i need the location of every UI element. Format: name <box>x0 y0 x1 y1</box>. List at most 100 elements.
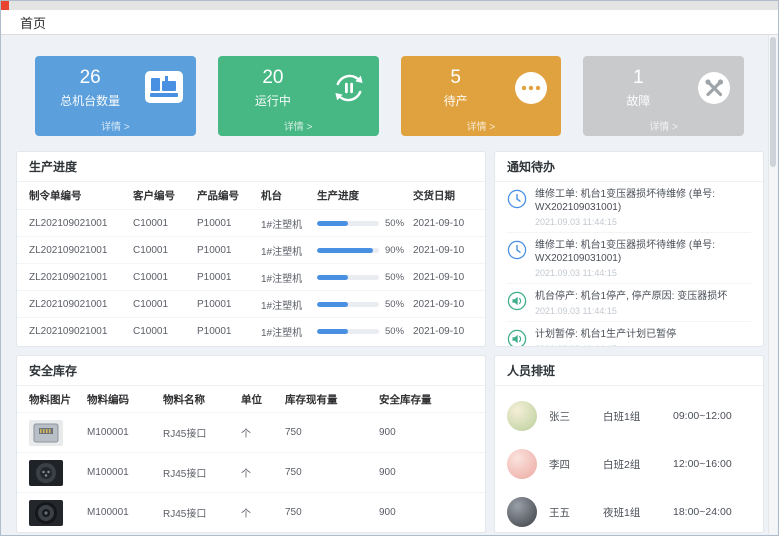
stat-label: 故障 <box>597 92 679 109</box>
stat-cards: 26 总机台数量 详情 > 20 运行中 <box>35 56 744 136</box>
product-no: P10001 <box>197 326 261 337</box>
table-row: ZL202109021001 C10001 P10001 1#注塑机 50% 2… <box>17 290 485 317</box>
scrollbar-thumb[interactable] <box>770 37 776 167</box>
detail-link[interactable]: 详情 > <box>401 118 562 133</box>
material-unit: 个 <box>241 425 285 440</box>
stock-onhand: 750 <box>285 467 379 478</box>
col-header: 物料名称 <box>163 392 241 407</box>
material-photo-speaker <box>29 500 63 526</box>
customer-no: C10001 <box>133 272 197 283</box>
scrollbar-track[interactable] <box>768 35 777 534</box>
progress-percent: 50% <box>385 272 404 283</box>
clock-icon <box>507 239 527 278</box>
staff-shift: 白班1组 <box>603 409 673 424</box>
machine-name: 1#注塑机 <box>261 216 317 231</box>
table-row: M100001 RJ45接口 个 750 900 <box>17 492 485 532</box>
col-header: 单位 <box>241 392 285 407</box>
avatar <box>507 401 537 431</box>
detail-link[interactable]: 详情 > <box>583 118 744 133</box>
notice-time: 2021.09.03 11:44:15 <box>535 268 751 278</box>
material-code: M100001 <box>87 467 163 478</box>
stat-text: 20 运行中 <box>232 67 314 109</box>
stat-label: 总机台数量 <box>49 92 131 109</box>
col-header: 物料编码 <box>87 392 163 407</box>
notice-body: 机台停产: 机台1停产, 停产原因: 变压器损坏 2021.09.03 11:4… <box>535 290 727 316</box>
product-no: P10001 <box>197 272 261 283</box>
delivery-date: 2021-09-10 <box>413 272 475 283</box>
product-no: P10001 <box>197 299 261 310</box>
staff-time: 18:00~24:00 <box>673 506 751 518</box>
material-name: RJ45接口 <box>163 505 241 520</box>
order-no: ZL202109021001 <box>29 218 133 229</box>
product-no: P10001 <box>197 245 261 256</box>
progress-bar-track <box>317 329 379 334</box>
panel-title: 安全库存 <box>17 356 485 386</box>
stat-label: 运行中 <box>232 92 314 109</box>
stat-card-pending[interactable]: 5 待产 详情 > <box>401 56 562 136</box>
stat-value: 1 <box>597 67 679 89</box>
notice-body: 维修工单: 机台1变压器损坏待维修 (单号: WX202109031001) 2… <box>535 188 751 227</box>
staff-time: 12:00~16:00 <box>673 458 751 470</box>
stat-card-fault[interactable]: 1 故障 详情 > <box>583 56 744 136</box>
notice-text: 机台停产: 机台1停产, 停产原因: 变压器损坏 <box>535 290 727 303</box>
clock-icon <box>507 188 527 227</box>
dashboard-page: { "page": { "tab": "首页" }, "cards": [ { … <box>0 0 779 536</box>
stat-card-running[interactable]: 20 运行中 详情 > <box>218 56 379 136</box>
machine-name: 1#注塑机 <box>261 324 317 339</box>
order-no: ZL202109021001 <box>29 326 133 337</box>
order-no: ZL202109021001 <box>29 245 133 256</box>
panel-row-top: 生产进度 制令单编号 客户编号 产品编号 机台 生产进度 交货日期 ZL2021… <box>16 151 764 347</box>
notice-list: 维修工单: 机台1变压器损坏待维修 (单号: WX202109031001) 2… <box>495 182 763 347</box>
stat-text: 26 总机台数量 <box>49 67 131 109</box>
stock-safety: 900 <box>379 507 475 518</box>
table-row: ZL202109021001 C10001 P10001 1#注塑机 50% 2… <box>17 209 485 236</box>
progress-bar-fill <box>317 275 348 280</box>
notice-text: 计划暂停: 机台1生产计划已暂停 <box>535 328 676 341</box>
delivery-date: 2021-09-10 <box>413 299 475 310</box>
tab-bar: 首页 <box>1 10 778 35</box>
progress-cell: 50% <box>317 299 413 310</box>
list-item: 维修工单: 机台1变压器损坏待维修 (单号: WX202109031001) 2… <box>507 233 751 284</box>
progress-percent: 50% <box>385 218 404 229</box>
list-item: 维修工单: 机台1变压器损坏待维修 (单号: WX202109031001) 2… <box>507 182 751 233</box>
staff-schedule-panel: 人员排班 张三 白班1组 09:00~12:00 李四 白班2组 12:00~1… <box>494 355 764 533</box>
panel-row-bottom: 安全库存 物料图片 物料编码 物料名称 单位 库存现有量 安全库存量 <box>16 355 764 533</box>
panel-title: 生产进度 <box>17 152 485 182</box>
tab-home[interactable]: 首页 <box>20 13 46 32</box>
machine-icon <box>145 71 183 108</box>
stock-safety: 900 <box>379 427 475 438</box>
product-no: P10001 <box>197 218 261 229</box>
stat-text: 5 待产 <box>415 67 497 109</box>
table-row: ZL202109021001 C10001 P10001 1#注塑机 90% 2… <box>17 236 485 263</box>
progress-percent: 50% <box>385 326 404 337</box>
progress-bar-fill <box>317 302 348 307</box>
material-code: M100001 <box>87 507 163 518</box>
production-progress-panel: 生产进度 制令单编号 客户编号 产品编号 机台 生产进度 交货日期 ZL2021… <box>16 151 486 347</box>
machine-name: 1#注塑机 <box>261 297 317 312</box>
corner-accent <box>1 1 9 10</box>
progress-bar-track <box>317 248 379 253</box>
progress-bar-fill <box>317 329 348 334</box>
material-photo-rj45 <box>29 420 63 446</box>
staff-name: 李四 <box>549 457 603 472</box>
staff-shift: 白班2组 <box>603 457 673 472</box>
progress-bar-track <box>317 302 379 307</box>
stat-label: 待产 <box>415 92 497 109</box>
progress-percent: 90% <box>385 245 404 256</box>
table-row: M100001 RJ45接口 个 750 900 <box>17 452 485 492</box>
customer-no: C10001 <box>133 245 197 256</box>
speaker-icon <box>507 290 527 316</box>
detail-link[interactable]: 详情 > <box>35 118 196 133</box>
notice-text: 维修工单: 机台1变压器损坏待维修 (单号: WX202109031001) <box>535 188 751 214</box>
material-unit: 个 <box>241 505 285 520</box>
order-no: ZL202109021001 <box>29 272 133 283</box>
customer-no: C10001 <box>133 218 197 229</box>
col-header: 物料图片 <box>29 392 87 407</box>
ellipsis-icon <box>514 71 548 110</box>
table-header-row: 制令单编号 客户编号 产品编号 机台 生产进度 交货日期 <box>17 182 485 209</box>
detail-link[interactable]: 详情 > <box>218 118 379 133</box>
tools-icon <box>697 71 731 110</box>
progress-bar-track <box>317 275 379 280</box>
stat-card-total-machines[interactable]: 26 总机台数量 详情 > <box>35 56 196 136</box>
col-header: 库存现有量 <box>285 392 379 407</box>
